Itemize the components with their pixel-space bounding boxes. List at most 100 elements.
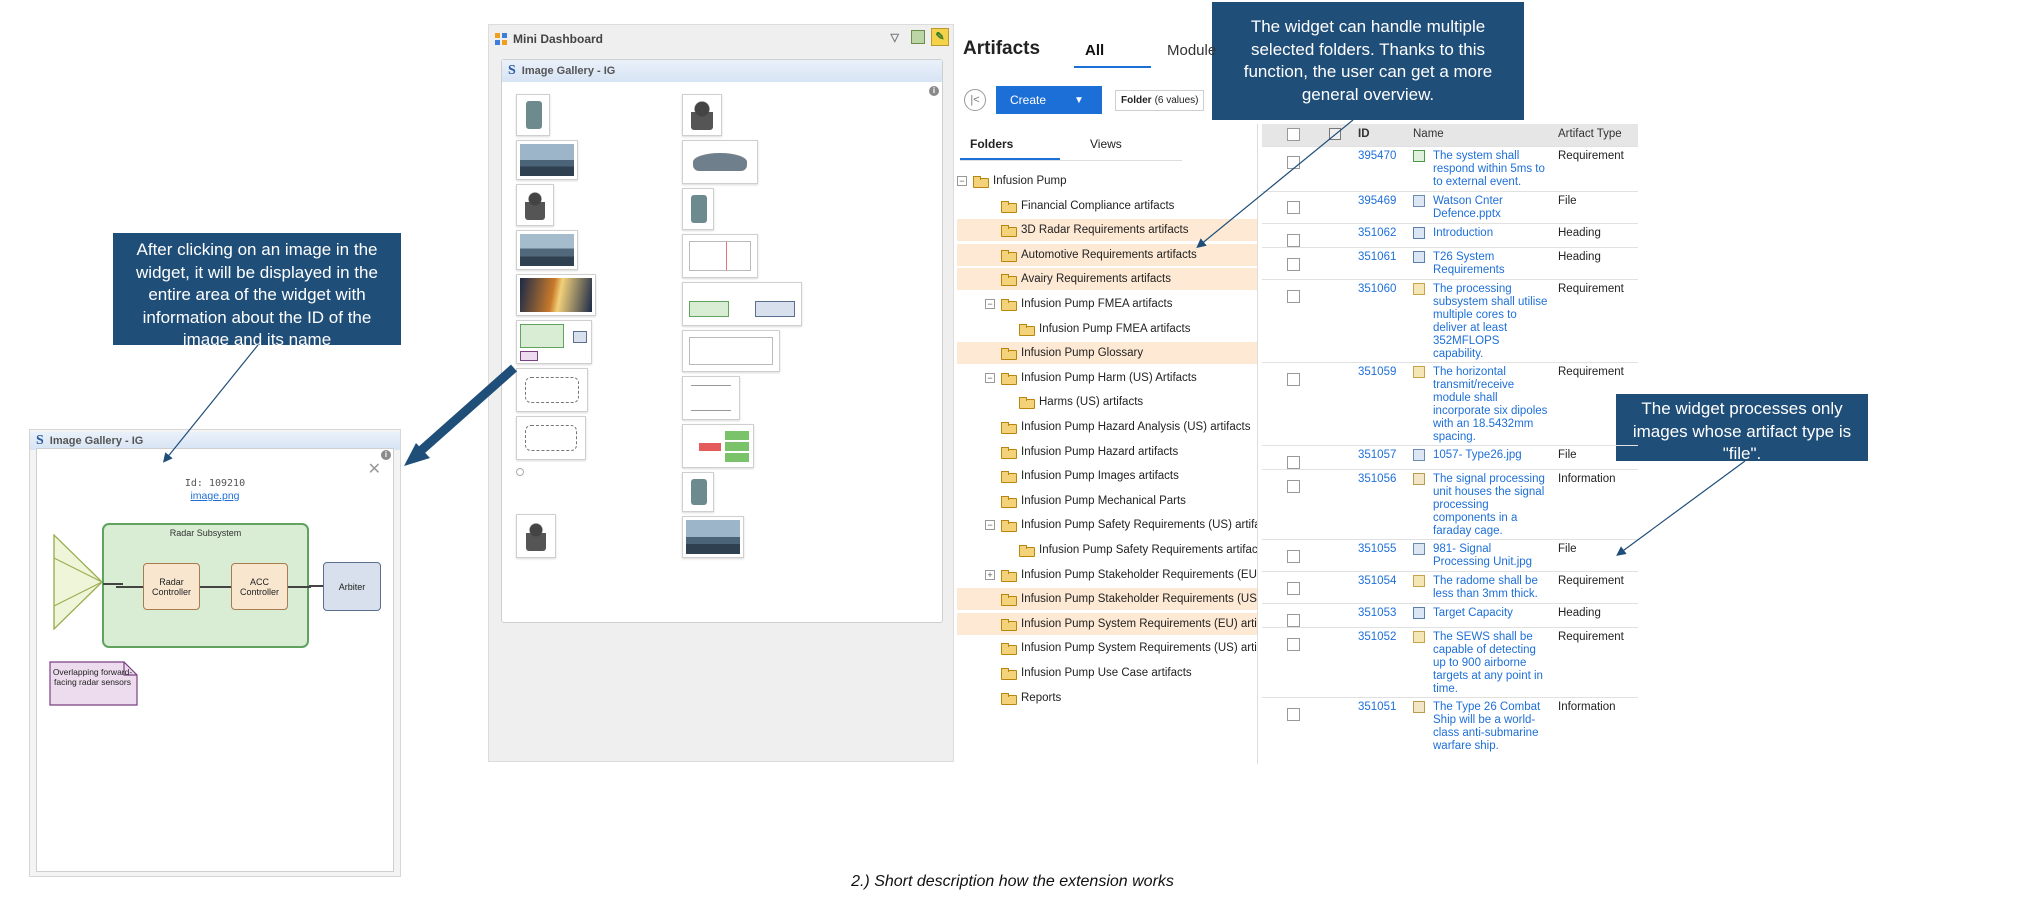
column-name[interactable]: Name (1413, 128, 1444, 140)
expand-toggle-icon[interactable]: − (957, 176, 967, 186)
artifact-name-link[interactable]: Watson Cnter Defence.pptx (1433, 195, 1549, 221)
artifact-name-link[interactable]: The Type 26 Combat Ship will be a world-… (1433, 701, 1549, 753)
table-row[interactable]: 351059 The horizontal transmit/receive mo… (1262, 362, 1638, 445)
thumbnail-image[interactable] (516, 514, 556, 558)
thumbnail-image[interactable] (516, 140, 578, 180)
artifact-id-link[interactable]: 351054 (1358, 575, 1396, 587)
artifact-name-link[interactable]: The processing subsystem shall utilise m… (1433, 283, 1549, 361)
row-checkbox[interactable] (1287, 258, 1300, 271)
thumbnail-image[interactable] (516, 368, 588, 412)
folder-item[interactable]: 3D Radar Requirements artifacts (957, 219, 1257, 242)
artifact-id-link[interactable]: 351059 (1358, 366, 1396, 378)
folder-item[interactable]: Infusion Pump System Requirements (US) a… (957, 637, 1257, 659)
artifact-name-link[interactable]: T26 System Requirements (1433, 251, 1549, 277)
thumbnail-image[interactable] (682, 424, 754, 468)
radio-dot[interactable] (516, 468, 524, 476)
thumbnail-image[interactable] (516, 94, 550, 136)
folder-item[interactable]: Reports (957, 687, 1257, 709)
collapse-icon[interactable]: |< (964, 89, 986, 111)
thumbnail-image[interactable] (516, 184, 554, 226)
column-artifact-type[interactable]: Artifact Type (1558, 128, 1622, 140)
thumbnail-image[interactable] (682, 472, 714, 512)
row-checkbox[interactable] (1287, 480, 1300, 493)
table-row[interactable]: 351061 T26 System Requirements Heading (1262, 247, 1638, 279)
thumbnail-image[interactable] (516, 416, 586, 460)
row-checkbox[interactable] (1287, 582, 1300, 595)
chevron-down-icon[interactable]: ▽ (891, 31, 899, 44)
info-icon[interactable]: i (381, 450, 391, 460)
row-checkbox[interactable] (1287, 290, 1300, 303)
artifact-id-link[interactable]: 351060 (1358, 283, 1396, 295)
artifact-id-link[interactable]: 351052 (1358, 631, 1396, 643)
row-checkbox[interactable] (1287, 234, 1300, 247)
table-row[interactable]: 395469 Watson Cnter Defence.pptx File (1262, 191, 1638, 223)
folder-item[interactable]: − Infusion Pump Harm (US) Artifacts (957, 367, 1257, 389)
image-name-link[interactable]: image.png (37, 490, 393, 502)
row-checkbox[interactable] (1287, 373, 1300, 386)
folder-item[interactable]: Financial Compliance artifacts (957, 195, 1257, 217)
thumbnail-image[interactable] (516, 274, 596, 316)
tab-views[interactable]: Views (1090, 137, 1122, 151)
add-widget-icon[interactable] (911, 30, 925, 44)
thumbnail-image[interactable] (682, 282, 802, 326)
table-row[interactable]: 351052 The SEWS shall be capable of detec… (1262, 627, 1638, 697)
folder-item[interactable]: + Infusion Pump Stakeholder Requirements … (957, 564, 1257, 586)
table-row[interactable]: 351057 1057- Type26.jpg File (1262, 445, 1638, 469)
artifact-name-link[interactable]: 981- Signal Processing Unit.jpg (1433, 543, 1549, 569)
expand-toggle-icon[interactable]: + (985, 569, 995, 580)
folder-item[interactable]: Infusion Pump Stakeholder Requirements (… (957, 588, 1257, 611)
artifact-name-link[interactable]: The horizontal transmit/receive module s… (1433, 366, 1549, 444)
folder-filter[interactable]: Folder (6 values) (1115, 90, 1205, 111)
folder-item[interactable]: − Infusion Pump Safety Requirements (US) … (957, 514, 1257, 536)
artifact-id-link[interactable]: 395469 (1358, 195, 1396, 207)
folder-item[interactable]: Infusion Pump Hazard Analysis (US) artif… (957, 416, 1257, 438)
thumbnail-image[interactable] (682, 330, 780, 372)
table-row[interactable]: 351055 981- Signal Processing Unit.jpg Fil… (1262, 539, 1638, 571)
expand-toggle-icon[interactable]: − (985, 520, 995, 531)
table-row[interactable]: 351056 The signal processing unit houses … (1262, 469, 1638, 539)
folder-item[interactable]: Infusion Pump Use Case artifacts (957, 662, 1257, 684)
artifact-name-link[interactable]: The signal processing unit houses the si… (1433, 473, 1549, 538)
thumbnail-image[interactable] (682, 94, 722, 136)
artifact-name-link[interactable]: The system shall respond within 5ms to t… (1433, 150, 1549, 189)
artifact-id-link[interactable]: 351057 (1358, 449, 1396, 461)
artifact-id-link[interactable]: 351061 (1358, 251, 1396, 263)
table-row[interactable]: 351051 The Type 26 Combat Ship will be a … (1262, 697, 1638, 752)
artifact-name-link[interactable]: The radome shall be less than 3mm thick. (1433, 575, 1549, 601)
row-checkbox[interactable] (1287, 156, 1300, 169)
expand-toggle-icon[interactable]: − (985, 299, 995, 309)
table-row[interactable]: 395470 The system shall respond within 5m… (1262, 146, 1638, 191)
tab-all[interactable]: All (1085, 42, 1104, 59)
thumbnail-image[interactable] (682, 516, 744, 558)
folder-item[interactable]: Infusion Pump Hazard artifacts (957, 441, 1257, 463)
artifact-id-link[interactable]: 395470 (1358, 150, 1396, 162)
row-checkbox[interactable] (1287, 456, 1300, 469)
row-checkbox[interactable] (1287, 201, 1300, 214)
artifact-name-link[interactable]: Target Capacity (1433, 607, 1549, 620)
artifact-name-link[interactable]: 1057- Type26.jpg (1433, 449, 1549, 462)
table-row[interactable]: 351054 The radome shall be less than 3mm … (1262, 571, 1638, 603)
tab-folders[interactable]: Folders (970, 137, 1013, 151)
select-all-checkbox[interactable] (1287, 128, 1300, 141)
artifact-id-link[interactable]: 351053 (1358, 607, 1396, 619)
row-checkbox[interactable] (1287, 550, 1300, 563)
thumbnail-image[interactable] (516, 320, 592, 364)
create-button[interactable]: Create ▼ (996, 86, 1102, 114)
table-row[interactable]: 351062 Introduction Heading (1262, 223, 1638, 247)
thumbnail-image[interactable] (682, 140, 758, 184)
artifact-id-link[interactable]: 351056 (1358, 473, 1396, 485)
thumbnail-image[interactable] (682, 376, 740, 420)
folder-item[interactable]: Infusion Pump FMEA artifacts (957, 318, 1257, 340)
tab-module[interactable]: Module (1167, 42, 1216, 59)
thumbnail-image[interactable] (682, 188, 714, 230)
artifact-id-link[interactable]: 351051 (1358, 701, 1396, 713)
artifact-name-link[interactable]: The SEWS shall be capable of detecting u… (1433, 631, 1549, 696)
thumbnail-image[interactable] (682, 234, 758, 278)
pin-icon[interactable]: ✎ (931, 28, 949, 46)
table-row[interactable]: 351060 The processing subsystem shall uti… (1262, 279, 1638, 362)
row-checkbox[interactable] (1287, 708, 1300, 721)
expand-toggle-icon[interactable]: − (985, 372, 995, 383)
folder-item[interactable]: Infusion Pump Images artifacts (957, 465, 1257, 487)
close-icon[interactable]: ✕ (368, 459, 381, 479)
folder-item[interactable]: Avairy Requirements artifacts (957, 268, 1257, 291)
